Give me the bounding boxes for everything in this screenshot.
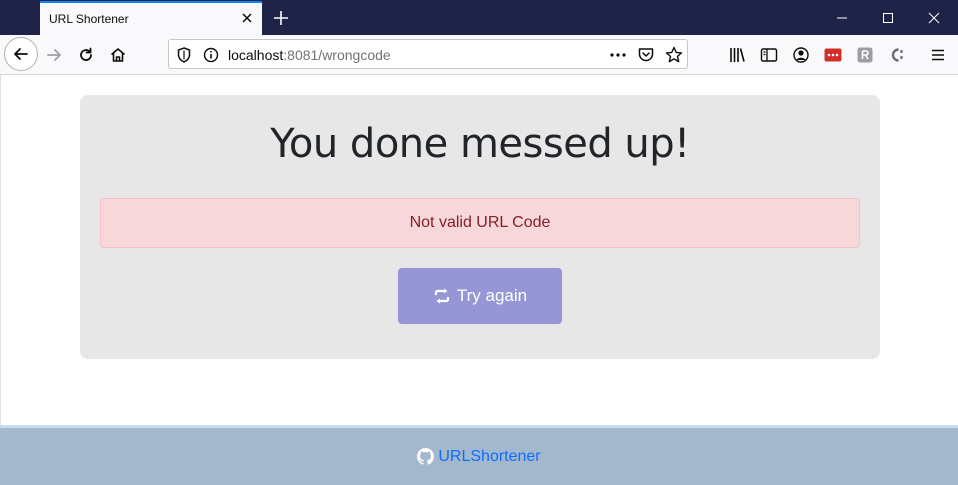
new-tab-icon[interactable] <box>270 7 292 29</box>
sidebar-button[interactable] <box>757 43 781 67</box>
maximize-button[interactable] <box>865 0 911 35</box>
reload-icon <box>80 47 92 61</box>
home-button[interactable] <box>102 39 134 71</box>
extension-r-button[interactable] <box>853 43 877 67</box>
back-arrow-icon <box>14 48 28 60</box>
shield-icon[interactable] <box>174 45 194 65</box>
address-bar[interactable]: localhost:8081/wrongcode <box>168 39 688 69</box>
url-text[interactable]: localhost:8081/wrongcode <box>228 47 391 63</box>
sidebar-icon <box>760 48 778 62</box>
home-icon <box>110 48 126 62</box>
url-path: :8081/wrongcode <box>283 47 391 63</box>
error-alert: Not valid URL Code <box>100 198 860 248</box>
account-button[interactable] <box>789 43 813 67</box>
footer: URLShortener <box>0 425 958 485</box>
extension-c-button[interactable] <box>885 43 909 67</box>
github-icon <box>417 448 435 465</box>
extension-r-icon <box>857 47 873 63</box>
maximize-icon <box>883 12 893 23</box>
app-menu-button[interactable] <box>926 43 950 67</box>
error-alert-text: Not valid URL Code <box>409 214 551 231</box>
forward-button[interactable] <box>38 39 70 71</box>
close-tab-icon[interactable] <box>240 11 254 25</box>
close-window-icon <box>928 12 940 23</box>
tab-url-shortener[interactable]: URL Shortener <box>40 1 262 35</box>
minimize-icon <box>837 17 847 18</box>
page-title: You done messed up! <box>270 121 690 167</box>
url-host: localhost <box>228 47 284 63</box>
retweet-icon <box>434 288 449 304</box>
site-info-icon[interactable] <box>201 45 221 65</box>
account-icon <box>793 47 809 63</box>
forward-arrow-icon <box>47 49 61 61</box>
password-manager-icon <box>824 48 842 62</box>
extension-c-icon <box>891 48 903 62</box>
close-window-button[interactable] <box>911 0 957 35</box>
navigation-toolbar: localhost:8081/wrongcode <box>0 35 958 75</box>
more-actions-icon[interactable] <box>608 45 628 65</box>
library-button[interactable] <box>725 43 749 67</box>
try-again-button[interactable]: Try again <box>398 268 562 324</box>
try-again-label: Try again <box>456 286 528 305</box>
error-card: You done messed up! Not valid URL Code T… <box>80 95 880 359</box>
hamburger-menu-icon <box>932 49 944 61</box>
tab-title: URL Shortener <box>49 12 129 26</box>
title-bar: URL Shortener <box>0 0 958 35</box>
bookmark-star-icon[interactable] <box>664 45 684 65</box>
pocket-icon[interactable] <box>636 45 656 65</box>
page-content: You done messed up! Not valid URL Code T… <box>0 75 958 427</box>
password-manager-extension[interactable] <box>821 43 845 67</box>
minimize-button[interactable] <box>819 0 865 35</box>
footer-github-link[interactable]: URLShortener <box>438 448 540 466</box>
reload-button[interactable] <box>70 39 102 71</box>
back-button[interactable] <box>4 37 38 71</box>
library-icon <box>730 48 745 62</box>
